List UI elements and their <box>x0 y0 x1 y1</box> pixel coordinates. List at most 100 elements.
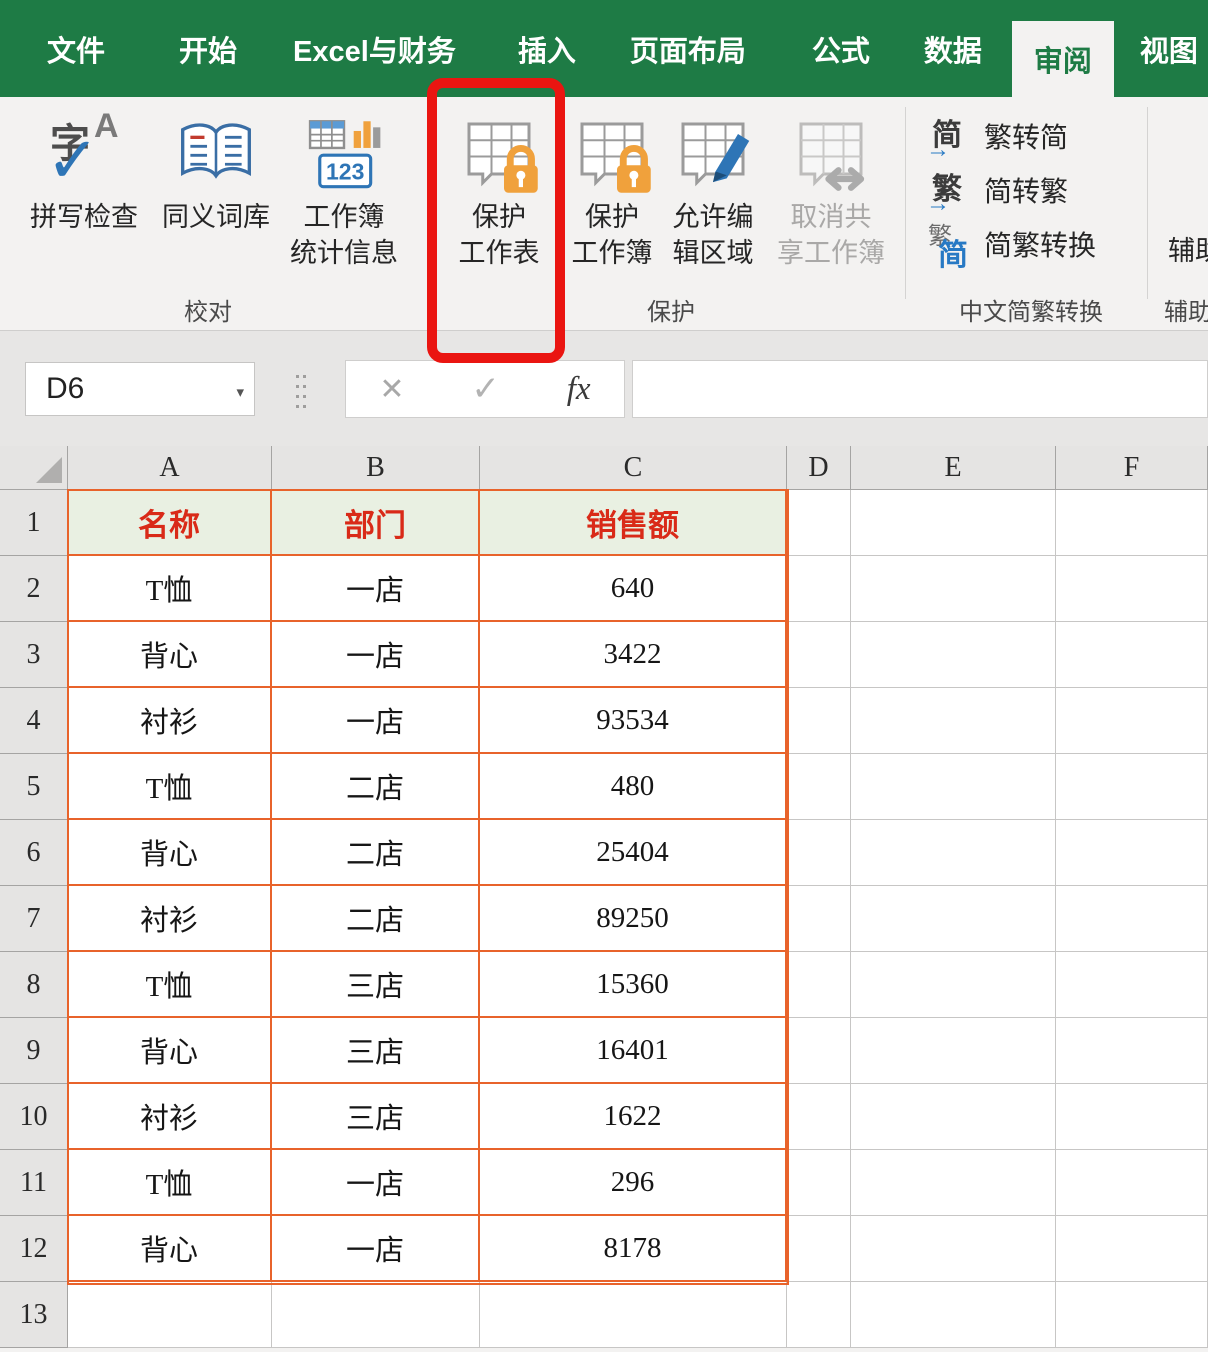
cell-A12[interactable]: 背心 <box>68 1216 272 1282</box>
trad-to-simp-button[interactable]: 简 → 繁转简 <box>926 112 1068 163</box>
row-header-13[interactable]: 13 <box>0 1282 68 1348</box>
tab-home[interactable]: 开始 <box>157 0 259 97</box>
cancel-icon[interactable]: ✕ <box>379 372 404 407</box>
cell-C11[interactable]: 296 <box>480 1150 787 1216</box>
tab-review[interactable]: 审阅 <box>1011 21 1114 97</box>
cell-D13[interactable] <box>787 1282 851 1348</box>
cell-D11[interactable] <box>787 1150 851 1216</box>
cell-B4[interactable]: 一店 <box>272 688 480 754</box>
column-header-C[interactable]: C <box>480 446 787 490</box>
cell-E2[interactable] <box>851 556 1056 622</box>
cell-D8[interactable] <box>787 952 851 1018</box>
row-header-10[interactable]: 10 <box>0 1084 68 1150</box>
cell-D10[interactable] <box>787 1084 851 1150</box>
row-header-9[interactable]: 9 <box>0 1018 68 1084</box>
cell-A13[interactable] <box>68 1282 272 1348</box>
cell-B11[interactable]: 一店 <box>272 1150 480 1216</box>
cell-B10[interactable]: 三店 <box>272 1084 480 1150</box>
cell-A5[interactable]: T恤 <box>68 754 272 820</box>
cell-F13[interactable] <box>1056 1282 1208 1348</box>
spell-check-button[interactable]: 字 A ✓ 拼写检查 <box>18 107 150 236</box>
tab-page-layout[interactable]: 页面布局 <box>608 0 768 97</box>
cell-C7[interactable]: 89250 <box>480 886 787 952</box>
accessibility-button[interactable]: 辅助 <box>1168 229 1208 268</box>
column-header-F[interactable]: F <box>1056 446 1208 490</box>
cell-B2[interactable]: 一店 <box>272 556 480 622</box>
cell-D2[interactable] <box>787 556 851 622</box>
cell-C3[interactable]: 3422 <box>480 622 787 688</box>
cell-E13[interactable] <box>851 1282 1056 1348</box>
formula-input[interactable] <box>632 360 1208 418</box>
protect-sheet-button[interactable]: 保护 工作表 <box>438 108 560 271</box>
cell-B1[interactable]: 部门 <box>272 490 480 556</box>
cell-A8[interactable]: T恤 <box>68 952 272 1018</box>
cell-A7[interactable]: 衬衫 <box>68 886 272 952</box>
row-header-4[interactable]: 4 <box>0 688 68 754</box>
cell-E1[interactable] <box>851 490 1056 556</box>
cell-E11[interactable] <box>851 1150 1056 1216</box>
cell-B3[interactable]: 一店 <box>272 622 480 688</box>
cell-C13[interactable] <box>480 1282 787 1348</box>
cell-A11[interactable]: T恤 <box>68 1150 272 1216</box>
cell-E6[interactable] <box>851 820 1056 886</box>
namebox-splitter-handle[interactable] <box>296 375 306 413</box>
row-header-12[interactable]: 12 <box>0 1216 68 1282</box>
cell-F9[interactable] <box>1056 1018 1208 1084</box>
cell-B5[interactable]: 二店 <box>272 754 480 820</box>
cell-C1[interactable]: 销售额 <box>480 490 787 556</box>
cell-D4[interactable] <box>787 688 851 754</box>
cell-C12[interactable]: 8178 <box>480 1216 787 1282</box>
cell-A1[interactable]: 名称 <box>68 490 272 556</box>
cell-B12[interactable]: 一店 <box>272 1216 480 1282</box>
row-header-3[interactable]: 3 <box>0 622 68 688</box>
cell-F5[interactable] <box>1056 754 1208 820</box>
convert-button[interactable]: 繁简 简繁转换 <box>928 220 1096 272</box>
cell-A9[interactable]: 背心 <box>68 1018 272 1084</box>
cell-F3[interactable] <box>1056 622 1208 688</box>
row-header-2[interactable]: 2 <box>0 556 68 622</box>
cell-C9[interactable]: 16401 <box>480 1018 787 1084</box>
cell-A3[interactable]: 背心 <box>68 622 272 688</box>
cell-C5[interactable]: 480 <box>480 754 787 820</box>
tab-insert[interactable]: 插入 <box>496 0 598 97</box>
tab-view[interactable]: 视图 <box>1124 0 1208 97</box>
cell-E3[interactable] <box>851 622 1056 688</box>
cell-D3[interactable] <box>787 622 851 688</box>
cell-B8[interactable]: 三店 <box>272 952 480 1018</box>
tab-excel-finance[interactable]: Excel与财务 <box>271 0 478 97</box>
tab-formulas[interactable]: 公式 <box>790 0 892 97</box>
cell-E7[interactable] <box>851 886 1056 952</box>
cell-F12[interactable] <box>1056 1216 1208 1282</box>
cell-F10[interactable] <box>1056 1084 1208 1150</box>
name-box-dropdown-icon[interactable]: ▾ <box>236 383 244 401</box>
tab-data[interactable]: 数据 <box>902 0 1004 97</box>
cell-C8[interactable]: 15360 <box>480 952 787 1018</box>
cell-F1[interactable] <box>1056 490 1208 556</box>
cell-E10[interactable] <box>851 1084 1056 1150</box>
cell-C6[interactable]: 25404 <box>480 820 787 886</box>
row-header-8[interactable]: 8 <box>0 952 68 1018</box>
cell-B13[interactable] <box>272 1282 480 1348</box>
row-header-1[interactable]: 1 <box>0 490 68 556</box>
cell-A2[interactable]: T恤 <box>68 556 272 622</box>
cell-C10[interactable]: 1622 <box>480 1084 787 1150</box>
insert-function-icon[interactable]: fx <box>567 371 591 408</box>
select-all-corner[interactable] <box>0 446 68 490</box>
cell-A4[interactable]: 衬衫 <box>68 688 272 754</box>
column-header-D[interactable]: D <box>787 446 851 490</box>
column-header-B[interactable]: B <box>272 446 480 490</box>
cell-E5[interactable] <box>851 754 1056 820</box>
tab-file[interactable]: 文件 <box>25 0 127 97</box>
row-header-7[interactable]: 7 <box>0 886 68 952</box>
cell-E8[interactable] <box>851 952 1056 1018</box>
column-header-E[interactable]: E <box>851 446 1056 490</box>
cell-F7[interactable] <box>1056 886 1208 952</box>
cell-E12[interactable] <box>851 1216 1056 1282</box>
simp-to-trad-button[interactable]: 繁 → 简转繁 <box>926 166 1068 217</box>
cell-A6[interactable]: 背心 <box>68 820 272 886</box>
cell-A10[interactable]: 衬衫 <box>68 1084 272 1150</box>
cell-C4[interactable]: 93534 <box>480 688 787 754</box>
cell-C2[interactable]: 640 <box>480 556 787 622</box>
cell-D12[interactable] <box>787 1216 851 1282</box>
cell-D6[interactable] <box>787 820 851 886</box>
